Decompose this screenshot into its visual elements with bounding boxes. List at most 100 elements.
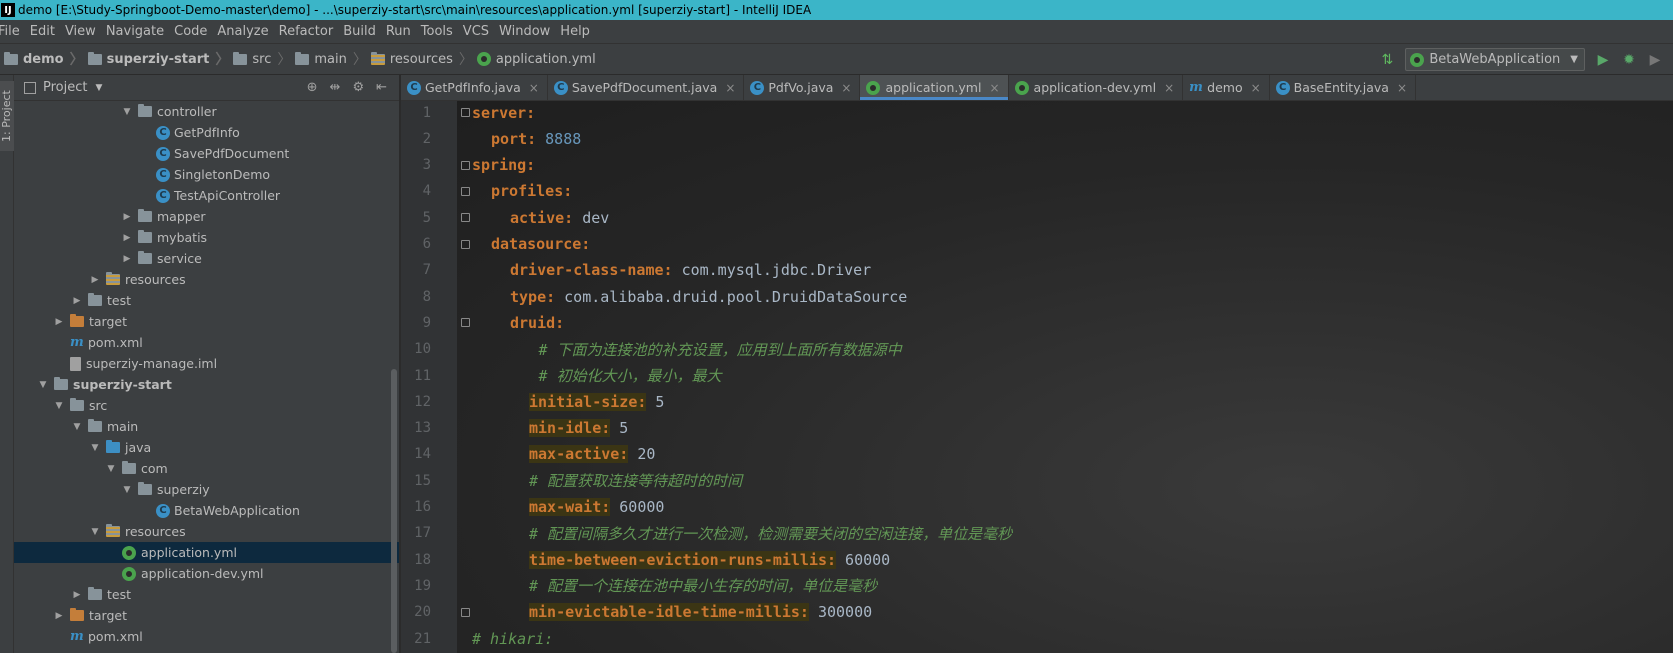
project-tool-button[interactable]: 1: Project: [0, 81, 14, 151]
tab-savepdfdocument-java[interactable]: C SavePdfDocument.java ×: [548, 75, 745, 100]
menu-help[interactable]: Help: [560, 24, 596, 39]
expand-right-icon[interactable]: ▶: [70, 590, 84, 600]
build-icon[interactable]: ⇅: [1379, 52, 1395, 68]
menu-vcs[interactable]: VCS: [463, 24, 495, 39]
collapse-all-icon[interactable]: ⇹: [330, 80, 341, 95]
tab-application-dev-yml[interactable]: application-dev.yml ×: [1009, 75, 1184, 100]
tab-baseentity-java[interactable]: C BaseEntity.java ×: [1270, 75, 1417, 100]
tree-item[interactable]: ▼ controller: [14, 101, 399, 122]
navigation-bar: demo 〉 superziy-start 〉 src 〉 main 〉 resources 〉 a…: [0, 44, 1673, 75]
yaml-key: driver-class-name:: [510, 261, 673, 280]
expand-down-icon[interactable]: ▼: [120, 107, 134, 117]
menu-edit[interactable]: Edit: [30, 24, 61, 39]
tree-item[interactable]: C TestApiController: [14, 185, 399, 206]
tree-item[interactable]: ▼ java: [14, 437, 399, 458]
close-icon[interactable]: ×: [725, 81, 735, 95]
tree-item[interactable]: ▶ target: [14, 605, 399, 626]
expand-down-icon[interactable]: ▼: [36, 380, 50, 390]
tree-item[interactable]: ▶ resources: [14, 269, 399, 290]
expand-right-icon[interactable]: ▶: [70, 296, 84, 306]
tree-item[interactable]: C SavePdfDocument: [14, 143, 399, 164]
yaml-comment: # 下面为连接池的补充设置，应用到上面所有数据源中: [538, 340, 902, 359]
class-icon: C: [156, 146, 170, 161]
scrollbar-thumb[interactable]: [391, 369, 397, 653]
tab-demo[interactable]: m demo ×: [1183, 75, 1270, 100]
tree-item[interactable]: ▼ com: [14, 458, 399, 479]
code-area[interactable]: 1 server: 2 port: 8888 3 spring: 4 profiles: 5 act…: [401, 101, 1673, 653]
menu-view[interactable]: View: [65, 24, 102, 39]
expand-right-icon[interactable]: ▶: [120, 212, 134, 222]
tree-item[interactable]: C BetaWebApplication: [14, 500, 399, 521]
tree-item[interactable]: ▶ test: [14, 290, 399, 311]
expand-down-icon[interactable]: ▼: [70, 422, 84, 432]
tree-item-label: resources: [125, 524, 186, 539]
menu-build[interactable]: Build: [343, 24, 382, 39]
menu-refactor[interactable]: Refactor: [279, 24, 340, 39]
expand-down-icon[interactable]: ▼: [88, 443, 102, 453]
expand-right-icon[interactable]: ▶: [120, 254, 134, 264]
close-icon[interactable]: ×: [989, 81, 999, 95]
chevron-down-icon[interactable]: ▼: [95, 83, 102, 93]
breadcrumb-item[interactable]: application.yml: [473, 52, 596, 67]
close-icon[interactable]: ×: [1251, 81, 1261, 95]
breadcrumb-item[interactable]: main 〉: [291, 49, 367, 69]
breadcrumb-item[interactable]: src 〉: [229, 49, 291, 69]
close-icon[interactable]: ×: [529, 81, 539, 95]
menu-tools[interactable]: Tools: [421, 24, 459, 39]
expand-down-icon[interactable]: ▼: [88, 527, 102, 537]
tree-item[interactable]: ▶ target: [14, 311, 399, 332]
tab-application-yml[interactable]: application.yml ×: [860, 75, 1009, 100]
tree-item[interactable]: m pom.xml: [14, 332, 399, 353]
menu-window[interactable]: Window: [499, 24, 556, 39]
tree-item[interactable]: ▼ superziy-start: [14, 374, 399, 395]
tree-item[interactable]: ▶ test: [14, 584, 399, 605]
gear-icon[interactable]: ⚙: [352, 80, 364, 95]
tree-item[interactable]: C SingletonDemo: [14, 164, 399, 185]
project-panel-title[interactable]: Project: [43, 80, 87, 95]
tree-item[interactable]: ▼ main: [14, 416, 399, 437]
expand-right-icon[interactable]: ▶: [52, 317, 66, 327]
run-config-select[interactable]: BetaWebApplication ▼: [1405, 48, 1585, 71]
expand-down-icon[interactable]: ▼: [104, 464, 118, 474]
locate-icon[interactable]: ⊕: [307, 80, 318, 95]
tree-item[interactable]: C GetPdfInfo: [14, 122, 399, 143]
debug-icon[interactable]: ✹: [1621, 52, 1637, 68]
menu-file[interactable]: File: [0, 24, 26, 39]
breadcrumb-item[interactable]: resources 〉: [367, 49, 473, 69]
close-icon[interactable]: ×: [1164, 81, 1174, 95]
tab-getpdfinfo-java[interactable]: C GetPdfInfo.java ×: [401, 75, 548, 100]
line-number: 8: [422, 288, 431, 305]
expand-right-icon[interactable]: ▶: [52, 611, 66, 621]
expand-down-icon[interactable]: ▼: [120, 485, 134, 495]
tree-item[interactable]: ▼ superziy: [14, 479, 399, 500]
line-number: 10: [414, 341, 431, 358]
tree-item[interactable]: m pom.xml: [14, 626, 399, 647]
tree-item[interactable]: ▼ resources: [14, 521, 399, 542]
expand-down-icon[interactable]: ▼: [52, 401, 66, 411]
project-panel: Project ▼ ⊕ ⇹ ⚙ ⇤ ▼ controller C GetPdfInfo…: [14, 75, 400, 653]
tree-item[interactable]: ▶ mybatis: [14, 227, 399, 248]
breadcrumb-item[interactable]: demo 〉: [0, 49, 84, 69]
tree-item[interactable]: application-dev.yml: [14, 563, 399, 584]
tab-pdfvo-java[interactable]: C PdfVo.java ×: [744, 75, 861, 100]
tree-item[interactable]: application.yml: [14, 542, 399, 563]
expand-right-icon[interactable]: ▶: [120, 233, 134, 243]
close-icon[interactable]: ×: [1397, 81, 1407, 95]
expand-right-icon[interactable]: ▶: [88, 275, 102, 285]
menu-code[interactable]: Code: [174, 24, 213, 39]
coverage-icon[interactable]: ▶: [1647, 52, 1663, 68]
tree-item[interactable]: ▶ mapper: [14, 206, 399, 227]
run-icon[interactable]: ▶: [1595, 52, 1611, 68]
tab-label: PdfVo.java: [768, 80, 834, 95]
menu-navigate[interactable]: Navigate: [106, 24, 170, 39]
menu-analyze[interactable]: Analyze: [217, 24, 274, 39]
menu-run[interactable]: Run: [386, 24, 417, 39]
hide-icon[interactable]: ⇤: [376, 80, 387, 95]
code-line: 18 time-between-eviction-runs-millis: 6000…: [401, 546, 1673, 573]
tree-item[interactable]: ▶ service: [14, 248, 399, 269]
breadcrumb-item[interactable]: superziy-start 〉: [84, 49, 229, 69]
close-icon[interactable]: ×: [841, 81, 851, 95]
chevron-down-icon: ▼: [1570, 54, 1578, 65]
tree-item[interactable]: superziy-manage.iml: [14, 353, 399, 374]
tree-item[interactable]: ▼ src: [14, 395, 399, 416]
